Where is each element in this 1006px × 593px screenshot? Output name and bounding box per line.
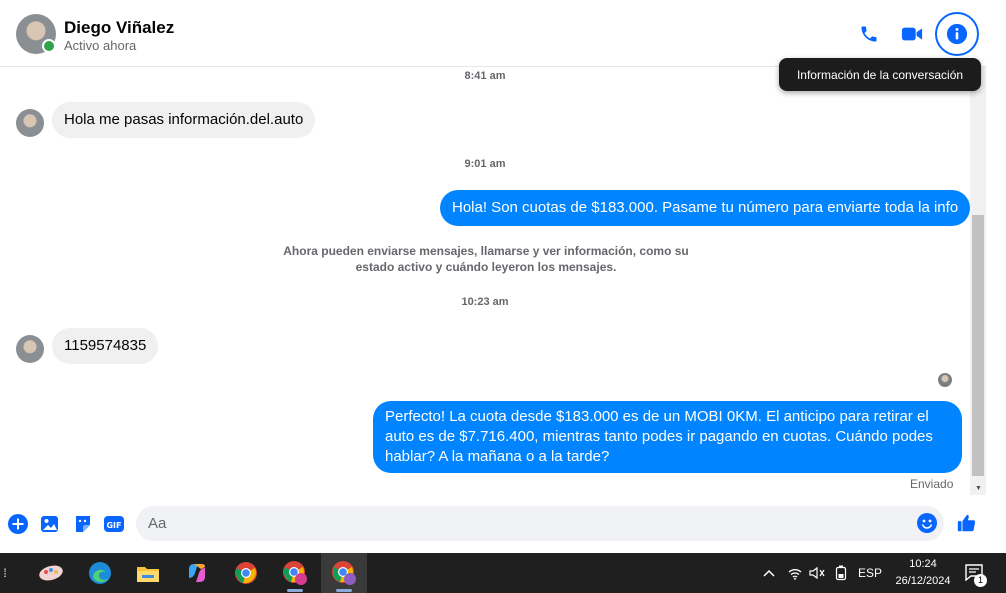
sent-status: Enviado	[910, 477, 954, 491]
taskbar-app-edge-icon[interactable]	[77, 553, 123, 593]
info-tooltip: Información de la conversación	[779, 58, 981, 91]
taskbar-app-paint-icon[interactable]	[28, 553, 74, 593]
taskbar-clock[interactable]: 10:24 26/12/2024	[888, 556, 958, 590]
taskbar-app-chrome-active-icon[interactable]	[321, 553, 367, 593]
seen-indicator-avatar	[938, 373, 952, 387]
messenger-window: Diego Viñalez Activo ahora Información d…	[0, 0, 1006, 593]
scroll-down-arrow-icon[interactable]: ▼	[975, 485, 982, 492]
plus-icon	[8, 514, 28, 534]
phone-icon	[861, 26, 877, 42]
taskbar-app-chrome-profile-icon[interactable]	[272, 553, 318, 593]
send-like-button[interactable]	[955, 511, 979, 535]
sticker-icon	[76, 516, 90, 532]
contact-status: Activo ahora	[64, 38, 137, 53]
contact-name[interactable]: Diego Viñalez	[64, 18, 174, 38]
conversation-info-button[interactable]	[935, 12, 979, 56]
taskbar-app-file-explorer-icon[interactable]	[125, 553, 171, 593]
show-hidden-icons-chevron-icon[interactable]	[758, 553, 780, 593]
gif-button[interactable]: GIF	[103, 513, 125, 535]
conversation-header: Diego Viñalez Activo ahora	[0, 0, 1006, 67]
more-actions-button[interactable]	[7, 513, 29, 535]
scrollbar-thumb[interactable]	[972, 215, 984, 476]
timestamp: 9:01 am	[464, 158, 506, 170]
language-indicator[interactable]: ESP	[855, 553, 885, 593]
incoming-message[interactable]: Hola me pasas información.del.auto	[52, 102, 316, 138]
gif-icon: GIF	[104, 516, 124, 532]
clock-date: 26/12/2024	[895, 575, 951, 587]
video-camera-icon	[901, 27, 923, 41]
timestamp: 10:23 am	[461, 296, 509, 308]
video-call-button[interactable]	[895, 17, 929, 51]
attach-photo-button[interactable]	[39, 513, 61, 535]
task-view-icon[interactable]: ⁞	[0, 553, 10, 593]
outgoing-message[interactable]: Hola! Son cuotas de $183.000. Pasame tu …	[440, 190, 971, 226]
window-right-edge	[986, 0, 1006, 553]
emoji-button[interactable]	[916, 512, 938, 534]
system-note: Ahora pueden enviarse mensajes, llamarse…	[283, 244, 689, 274]
taskbar-app-copilot-icon[interactable]	[174, 553, 220, 593]
outgoing-message[interactable]: Perfecto! La cuota desde $183.000 es de …	[373, 401, 962, 473]
notification-count-badge: 1	[974, 574, 987, 587]
audio-call-button[interactable]	[852, 17, 886, 51]
running-indicator	[287, 589, 303, 592]
running-indicator	[336, 589, 352, 592]
thumbs-up-icon	[957, 514, 976, 532]
sticker-button[interactable]	[72, 513, 94, 535]
taskbar-app-chrome-icon[interactable]	[223, 553, 269, 593]
photo-icon	[41, 516, 58, 532]
wifi-icon[interactable]	[784, 553, 806, 593]
incoming-message[interactable]: 1159574835	[52, 328, 159, 364]
online-indicator	[42, 39, 56, 53]
contact-avatar-small[interactable]	[16, 109, 44, 137]
battery-icon[interactable]	[830, 553, 852, 593]
svg-text:GIF: GIF	[106, 521, 121, 530]
clock-time: 10:24	[909, 558, 937, 570]
contact-avatar-small[interactable]	[16, 335, 44, 363]
volume-muted-icon[interactable]	[806, 553, 828, 593]
info-icon	[946, 23, 968, 45]
message-input[interactable]	[136, 506, 944, 541]
emoji-icon	[917, 513, 937, 533]
